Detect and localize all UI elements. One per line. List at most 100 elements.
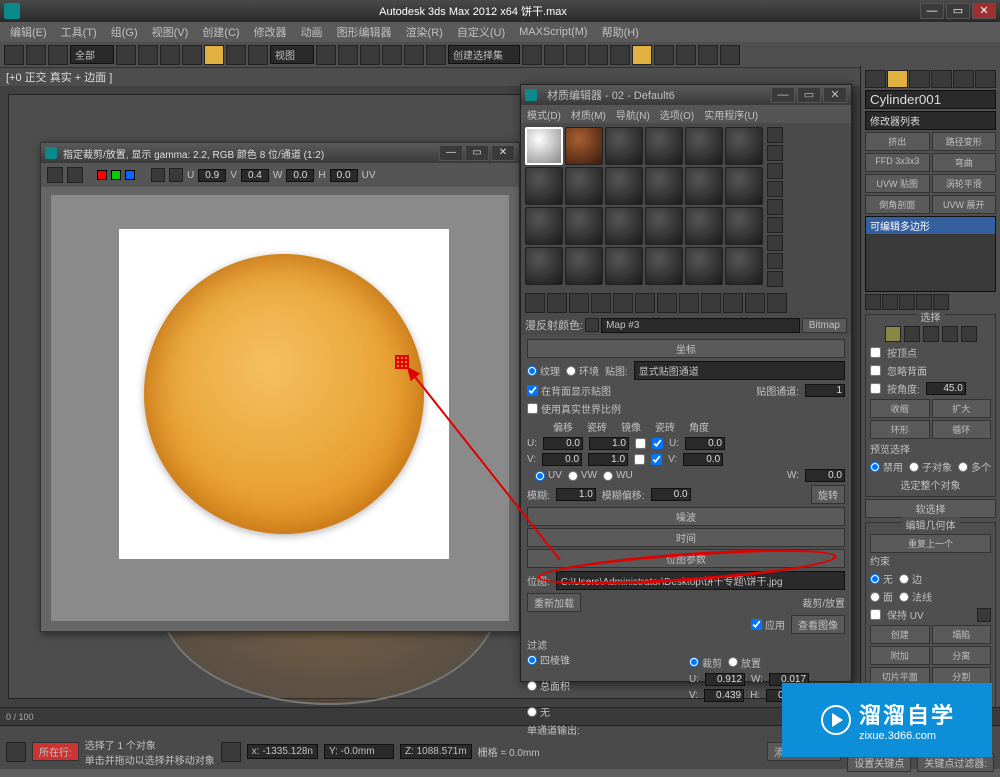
crop-max-button[interactable]: ▭ — [465, 145, 489, 161]
detach-button[interactable]: 分离 — [932, 646, 992, 665]
v-offset[interactable] — [542, 453, 582, 466]
noise-rollout-header[interactable]: 噪波 — [527, 507, 845, 526]
material-editor-window[interactable]: 材质编辑器 - 02 - Default6 — ▭ ✕ 模式(D)材质(M)导航… — [520, 84, 852, 682]
mirror-icon[interactable] — [522, 45, 542, 65]
z-coord[interactable]: Z: 1088.571m — [400, 744, 472, 759]
mat-slot[interactable] — [565, 127, 603, 165]
teapot-icon[interactable] — [720, 45, 740, 65]
realworld-check[interactable] — [527, 403, 538, 414]
crop-v-field[interactable]: 0.4 — [241, 169, 269, 182]
mat-menu-item[interactable]: 模式(D) — [527, 107, 561, 122]
motion-tab-icon[interactable] — [931, 70, 952, 88]
select-by-mat-icon[interactable] — [767, 253, 783, 269]
filter-pyramid-radio[interactable] — [527, 655, 537, 665]
video-check-icon[interactable] — [767, 199, 783, 215]
mat-slot[interactable] — [725, 127, 763, 165]
filter-sum-radio[interactable] — [527, 681, 537, 691]
menu-item[interactable]: MAXScript(M) — [513, 24, 593, 40]
align-icon[interactable] — [544, 45, 564, 65]
map-channel-dropdown[interactable]: 显式贴图通道 — [634, 361, 845, 380]
menu-item[interactable]: 图形编辑器 — [331, 22, 398, 42]
vertex-subobj-icon[interactable] — [885, 326, 901, 342]
mat-slot[interactable] — [525, 247, 563, 285]
select-name-icon[interactable] — [138, 45, 158, 65]
menu-item[interactable]: 视图(V) — [146, 22, 195, 42]
show-map-icon[interactable] — [701, 293, 721, 313]
crop-window-titlebar[interactable]: 指定裁剪/放置, 显示 gamma: 2.2, RGB 颜色 8 位/通道 (1… — [41, 143, 519, 163]
crop-min-button[interactable]: — — [439, 145, 463, 161]
mat-slot[interactable] — [565, 247, 603, 285]
undo-icon[interactable] — [4, 45, 24, 65]
go-sibling-icon[interactable] — [767, 293, 787, 313]
v-mirror[interactable] — [634, 454, 645, 465]
create-button[interactable]: 创建 — [870, 625, 930, 644]
preview-sub-radio[interactable] — [909, 462, 919, 472]
mat-min-button[interactable]: — — [771, 87, 795, 103]
sample-uv-icon[interactable] — [767, 181, 783, 197]
crop-u-field[interactable]: 0.9 — [198, 169, 226, 182]
preserve-uv-settings-icon[interactable] — [977, 608, 991, 622]
go-parent-icon[interactable] — [745, 293, 765, 313]
render-icon[interactable] — [698, 45, 718, 65]
pin-stack-icon[interactable] — [865, 294, 881, 310]
apply-check[interactable] — [751, 619, 762, 630]
menu-item[interactable]: 工具(T) — [55, 22, 103, 42]
modifier-button[interactable]: 路径变形 — [932, 132, 997, 151]
bitmap-path-field[interactable]: C:\Users\Administrator\Desktop\饼干专题\饼干.j… — [556, 571, 845, 590]
shrink-button[interactable]: 收缩 — [870, 399, 930, 418]
u-offset[interactable] — [543, 437, 583, 450]
put-to-scene-icon[interactable] — [547, 293, 567, 313]
constrain-none-radio[interactable] — [870, 574, 880, 584]
mat-count-icon[interactable] — [767, 271, 783, 287]
attach-button[interactable]: 附加 — [870, 646, 930, 665]
crop-radio[interactable] — [689, 657, 699, 667]
crop-place-window[interactable]: 指定裁剪/放置, 显示 gamma: 2.2, RGB 颜色 8 位/通道 (1… — [40, 142, 520, 632]
reset-map-icon[interactable] — [591, 293, 611, 313]
layers-icon[interactable] — [566, 45, 586, 65]
x-coord[interactable]: x: -1335.128n — [247, 744, 318, 759]
create-tab-icon[interactable] — [865, 70, 886, 88]
map-name-field[interactable]: Map #3 — [601, 318, 800, 333]
menu-item[interactable]: 渲染(R) — [400, 22, 449, 42]
mat-titlebar[interactable]: 材质编辑器 - 02 - Default6 — ▭ ✕ — [521, 85, 851, 105]
place-radio[interactable] — [728, 657, 738, 667]
configure-sets-icon[interactable] — [933, 294, 949, 310]
map-channel-spinner[interactable] — [805, 384, 845, 397]
crop-close-icon[interactable] — [67, 167, 83, 183]
crop-u[interactable] — [705, 673, 745, 686]
crop-h-field[interactable]: 0.0 — [330, 169, 358, 182]
crop-save-icon[interactable] — [47, 167, 63, 183]
angle-spinner[interactable] — [926, 382, 966, 395]
wu-radio[interactable] — [603, 471, 613, 481]
soft-sel-rollout[interactable]: 软选择 — [865, 499, 996, 518]
bitmap-params-rollout-header[interactable]: 位图参数 — [527, 549, 845, 568]
modifier-button[interactable]: 倒角剖面 — [865, 195, 930, 214]
modifier-button[interactable]: FFD 3x3x3 — [865, 153, 930, 172]
mat-slot[interactable] — [685, 127, 723, 165]
grow-button[interactable]: 扩大 — [932, 399, 992, 418]
menu-item[interactable]: 组(G) — [105, 22, 144, 42]
red-channel-icon[interactable] — [97, 170, 107, 180]
mat-menu-item[interactable]: 导航(N) — [616, 107, 650, 122]
blur-spinner[interactable] — [556, 488, 596, 501]
repeat-last-button[interactable]: 重复上一个 — [870, 534, 991, 553]
blue-channel-icon[interactable] — [125, 170, 135, 180]
mat-slot[interactable] — [605, 127, 643, 165]
percent-snap-icon[interactable] — [404, 45, 424, 65]
filter-none-radio[interactable] — [527, 707, 537, 717]
pick-material-icon[interactable] — [585, 318, 599, 332]
element-subobj-icon[interactable] — [961, 326, 977, 342]
put-to-lib-icon[interactable] — [657, 293, 677, 313]
stack-editable-poly[interactable]: 可编辑多边形 — [866, 217, 995, 234]
pivot-icon[interactable] — [316, 45, 336, 65]
ref-coord-dropdown[interactable]: 视图 — [270, 45, 314, 64]
time-rollout-header[interactable]: 时间 — [527, 528, 845, 547]
sample-type-icon[interactable] — [767, 127, 783, 143]
u-mirror[interactable] — [635, 438, 646, 449]
material-editor-icon[interactable] — [632, 45, 652, 65]
mat-id-icon[interactable] — [679, 293, 699, 313]
edge-subobj-icon[interactable] — [904, 326, 920, 342]
menu-item[interactable]: 帮助(H) — [596, 22, 645, 42]
mode-button[interactable]: 所在行: — [32, 742, 79, 761]
collapse-button[interactable]: 塌陷 — [932, 625, 992, 644]
